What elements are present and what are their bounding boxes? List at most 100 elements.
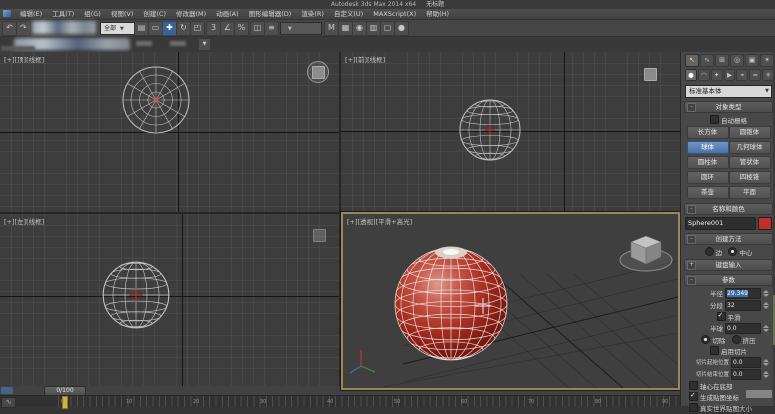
select-and-move-icon[interactable]: ✚: [162, 21, 177, 36]
viewcube-ring[interactable]: [307, 61, 329, 83]
mini-curve-editor-button[interactable]: ∿: [1, 397, 16, 408]
autogrid-checkbox[interactable]: [710, 115, 719, 124]
category-spacewarps-icon[interactable]: ≈: [749, 69, 761, 81]
button-cylinder[interactable]: 圆柱体: [687, 156, 729, 169]
button-pyramid[interactable]: 四棱锥: [729, 171, 771, 184]
select-by-name-icon[interactable]: ▤: [134, 21, 149, 36]
category-geometry-icon[interactable]: ●: [685, 69, 697, 81]
rollout-parameters[interactable]: - 参数: [684, 274, 773, 286]
mirror-icon[interactable]: ◫: [250, 21, 265, 36]
rollout-expand-icon[interactable]: +: [687, 261, 696, 270]
app-icon[interactable]: [3, 10, 11, 17]
button-plane[interactable]: 平面: [729, 186, 771, 199]
track-bar[interactable]: ∿ 0 10 20 30 40 50 60 70 80 90 100: [0, 395, 775, 407]
radio-squash[interactable]: [732, 335, 741, 344]
radio-edge[interactable]: [705, 247, 714, 256]
tab-utilities-icon[interactable]: ✶: [760, 54, 774, 67]
menu-item-graph-editors[interactable]: 图形编辑器(D): [249, 9, 292, 19]
redo-icon[interactable]: ↷: [16, 21, 31, 36]
slice-from-field[interactable]: 0.0: [731, 357, 761, 368]
menu-item-views[interactable]: 视图(V): [111, 9, 134, 19]
select-and-scale-icon[interactable]: ◰: [190, 21, 205, 36]
rollout-keyboard-entry[interactable]: + 键盘输入: [684, 259, 773, 271]
category-cameras-icon[interactable]: ▶: [724, 69, 736, 81]
realworld-checkbox[interactable]: [689, 403, 698, 412]
button-teapot[interactable]: 茶壶: [687, 186, 729, 199]
viewcube-icon[interactable]: [312, 66, 325, 79]
menu-item-tools[interactable]: 工具(T): [52, 9, 74, 19]
viewport-perspective[interactable]: [+][透视][平滑+高光]: [341, 212, 680, 390]
menu-item-modifiers[interactable]: 修改器(M): [176, 9, 206, 19]
slice-from-spinner[interactable]: [762, 359, 769, 366]
viewport-left[interactable]: [+][左][线框]: [0, 214, 339, 386]
rendered-frame-window-icon[interactable]: ▢: [380, 21, 395, 36]
viewport-perspective-label[interactable]: [+][透视][平滑+高光]: [347, 216, 412, 226]
rect-selection-region-icon[interactable]: ▭: [148, 21, 163, 36]
sphere-wireframe-top[interactable]: [121, 65, 191, 135]
rollout-creation-method[interactable]: - 创建方法: [684, 233, 773, 245]
angle-snap-icon[interactable]: ∠: [220, 21, 235, 36]
tab-modify-icon[interactable]: ∿: [700, 54, 714, 67]
rollout-collapse-icon[interactable]: -: [687, 276, 696, 285]
segments-spinner[interactable]: [762, 302, 769, 309]
render-production-icon[interactable]: ●: [394, 21, 409, 36]
viewport-front-label[interactable]: [+][前][线框]: [345, 54, 385, 64]
rollout-collapse-icon[interactable]: -: [687, 205, 696, 214]
object-color-swatch[interactable]: [758, 217, 772, 230]
hemisphere-spinner[interactable]: [762, 325, 769, 332]
tab-motion-icon[interactable]: ◎: [730, 54, 744, 67]
slice-to-field[interactable]: 0.0: [731, 369, 761, 380]
rollout-collapse-icon[interactable]: -: [687, 103, 696, 112]
tab-display-icon[interactable]: ▣: [745, 54, 759, 67]
ribbon-dropdown-icon[interactable]: ▼: [198, 38, 211, 51]
viewport-front[interactable]: [+][前][线框]: [341, 52, 680, 212]
sphere-wireframe-front[interactable]: [458, 98, 522, 162]
base-pivot-checkbox[interactable]: [689, 381, 698, 390]
render-setup-icon[interactable]: ▥: [366, 21, 381, 36]
button-torus[interactable]: 圆环: [687, 171, 729, 184]
mapcoords-checkbox[interactable]: [689, 392, 698, 401]
category-lights-icon[interactable]: ✦: [711, 69, 723, 81]
object-name-field[interactable]: Sphere001: [685, 217, 756, 230]
viewcube-icon[interactable]: [313, 229, 326, 242]
menu-item-group[interactable]: 组(G): [84, 9, 101, 19]
sphere-wireframe-left[interactable]: [101, 260, 171, 330]
selection-filter-dropdown[interactable]: 全部▼: [100, 22, 136, 35]
menu-item-help[interactable]: 帮助(H): [426, 9, 449, 19]
rollout-object-type[interactable]: - 对象类型: [684, 101, 773, 113]
hemisphere-field[interactable]: 0.0: [725, 323, 761, 334]
align-icon[interactable]: ≡: [264, 21, 279, 36]
menu-item-animation[interactable]: 动画(A): [216, 9, 239, 19]
menu-item-create[interactable]: 创建(C): [143, 9, 166, 19]
radius-field[interactable]: 29.349: [725, 288, 761, 299]
rollout-name-color[interactable]: - 名称和颜色: [684, 203, 773, 215]
named-selection-sets-dropdown[interactable]: ▼: [280, 22, 322, 35]
select-and-rotate-icon[interactable]: ↻: [176, 21, 191, 36]
slice-to-spinner[interactable]: [762, 371, 769, 378]
curve-editor-icon[interactable]: M: [324, 21, 339, 36]
tab-hierarchy-icon[interactable]: ⊞: [715, 54, 729, 67]
slice-on-checkbox[interactable]: [710, 346, 719, 355]
schematic-view-icon[interactable]: ▦: [338, 21, 353, 36]
radius-spinner[interactable]: [762, 290, 769, 297]
button-geosphere[interactable]: 几何球体: [729, 141, 771, 154]
menu-item-maxscript[interactable]: MAXScript(X): [373, 9, 416, 19]
button-tube[interactable]: 管状体: [729, 156, 771, 169]
percent-snap-icon[interactable]: %: [234, 21, 249, 36]
smooth-checkbox[interactable]: [717, 312, 726, 321]
segments-field[interactable]: 32: [725, 300, 761, 311]
undo-icon[interactable]: ↶: [2, 21, 17, 36]
ribbon-label-2[interactable]: [170, 41, 186, 46]
viewport-top[interactable]: [+][顶][线框]: [0, 52, 339, 212]
viewcube-icon[interactable]: [644, 68, 657, 81]
button-cone[interactable]: 圆锥体: [729, 126, 771, 139]
rollout-collapse-icon[interactable]: -: [687, 235, 696, 244]
snap-toggle-icon[interactable]: 3: [206, 21, 221, 36]
material-editor-icon[interactable]: ◉: [352, 21, 367, 36]
category-helpers-icon[interactable]: ⌖: [736, 69, 748, 81]
radio-center[interactable]: [728, 247, 737, 256]
menu-item-customize[interactable]: 自定义(U): [334, 9, 363, 19]
button-sphere[interactable]: 球体: [687, 141, 729, 154]
radio-chop[interactable]: [701, 335, 710, 344]
tab-create-icon[interactable]: ↖: [685, 54, 699, 67]
